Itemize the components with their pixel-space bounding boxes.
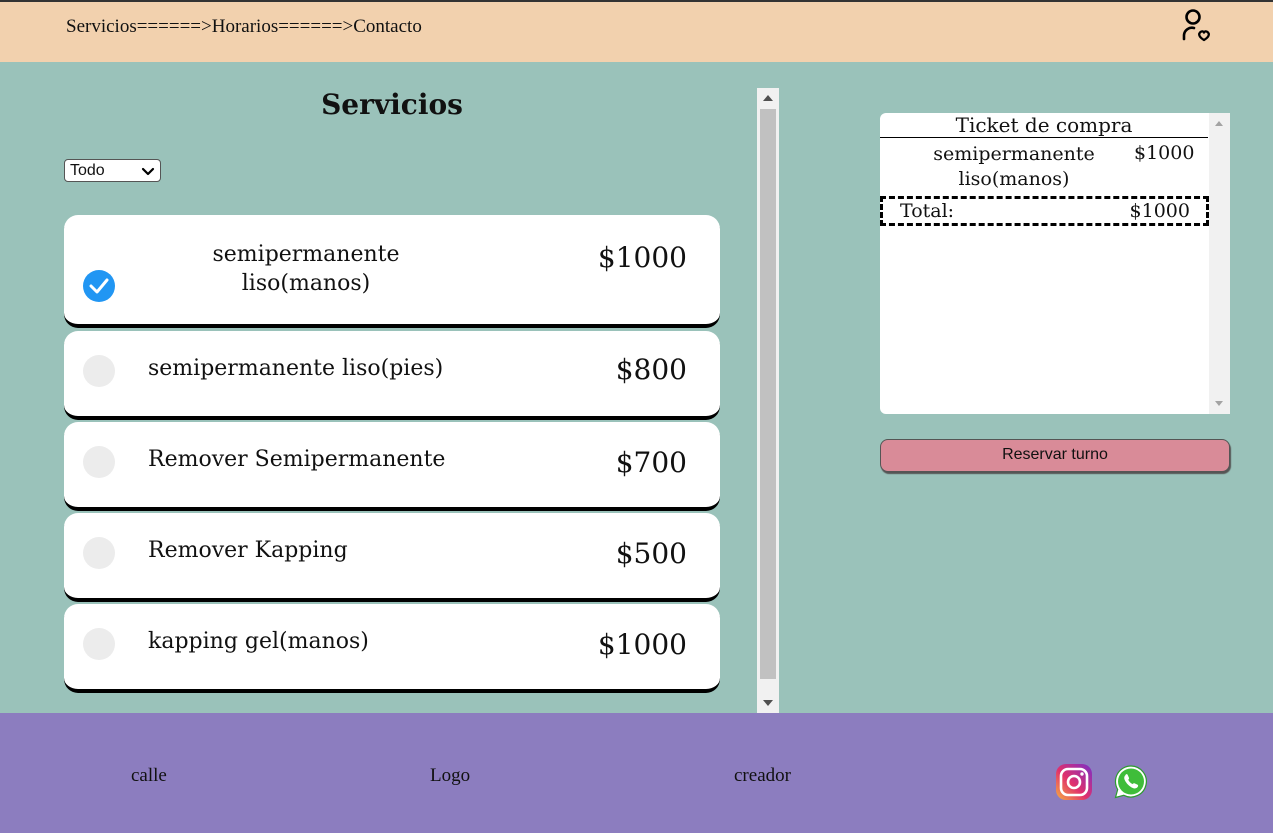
nav-separator: ======> — [278, 16, 354, 37]
nav-link-contacto[interactable]: Contacto — [353, 16, 422, 38]
ticket-total-label: Total: — [900, 200, 955, 222]
footer-creator: creador — [734, 765, 791, 786]
service-checkbox[interactable] — [83, 537, 115, 569]
scroll-down-arrow-icon[interactable] — [1215, 401, 1223, 406]
ticket-total-row: Total: $1000 — [880, 196, 1209, 226]
service-checkbox[interactable] — [83, 446, 115, 478]
category-filter-select[interactable]: Todo — [64, 159, 161, 182]
nav-link-horarios[interactable]: Horarios — [212, 16, 278, 38]
filter-selected-value: Todo — [70, 161, 105, 179]
service-checkbox[interactable] — [83, 355, 115, 387]
reserve-appointment-button[interactable]: Reservar turno — [880, 439, 1230, 472]
instagram-icon[interactable] — [1055, 763, 1093, 801]
check-icon — [89, 278, 109, 294]
service-card-semipermanente-manos[interactable]: semipermanente liso(manos) $1000 — [64, 215, 720, 327]
main-content: Servicios Todo semipermanente liso(manos… — [0, 62, 1273, 713]
footer: calle Logo creador — [0, 713, 1273, 833]
top-nav-bar: Servicios ======> Horarios ======> Conta… — [0, 0, 1273, 62]
breadcrumb: Servicios ======> Horarios ======> Conta… — [66, 16, 422, 38]
service-name: Remover Semipermanente — [148, 447, 446, 472]
ticket-total-value: $1000 — [1129, 200, 1190, 222]
service-name: semipermanente liso(pies) — [148, 356, 444, 381]
scrollbar-thumb[interactable] — [760, 109, 776, 679]
service-name: kapping gel(manos) — [148, 629, 369, 654]
service-price: $1000 — [597, 241, 687, 274]
service-card-remover-semipermanente[interactable]: Remover Semipermanente $700 — [64, 422, 720, 510]
scroll-down-arrow-icon[interactable] — [763, 700, 773, 706]
footer-logo: Logo — [430, 765, 471, 786]
nav-link-servicios[interactable]: Servicios — [66, 16, 137, 38]
scroll-up-arrow-icon[interactable] — [1215, 121, 1223, 126]
service-name: semipermanente liso(manos) — [212, 242, 400, 296]
ticket-title: Ticket de compra — [880, 113, 1208, 138]
service-price: $800 — [615, 353, 687, 386]
service-checkbox[interactable] — [83, 270, 115, 302]
page-title: Servicios — [321, 88, 463, 121]
chevron-down-icon — [141, 167, 155, 175]
service-list-scrollbar[interactable] — [757, 88, 779, 713]
service-name: Remover Kapping — [148, 538, 348, 563]
service-card-kapping-gel-manos[interactable]: kapping gel(manos) $1000 — [64, 604, 720, 692]
whatsapp-icon[interactable] — [1112, 763, 1150, 801]
ticket-scrollbar[interactable] — [1209, 113, 1230, 414]
service-checkbox[interactable] — [83, 628, 115, 660]
user-icon[interactable] — [1180, 6, 1216, 42]
service-price: $500 — [615, 537, 687, 570]
service-price: $700 — [615, 446, 687, 479]
ticket-item-name: semipermanente liso(manos) — [933, 143, 1095, 190]
service-card-semipermanente-pies[interactable]: semipermanente liso(pies) $800 — [64, 331, 720, 419]
service-card-remover-kapping[interactable]: Remover Kapping $500 — [64, 513, 720, 601]
purchase-ticket: Ticket de compra semipermanente liso(man… — [880, 113, 1230, 414]
ticket-item-price: $1000 — [1134, 142, 1195, 164]
scroll-up-arrow-icon[interactable] — [763, 95, 773, 101]
footer-address: calle — [131, 765, 167, 786]
nav-separator: ======> — [136, 16, 212, 37]
service-price: $1000 — [597, 628, 687, 661]
